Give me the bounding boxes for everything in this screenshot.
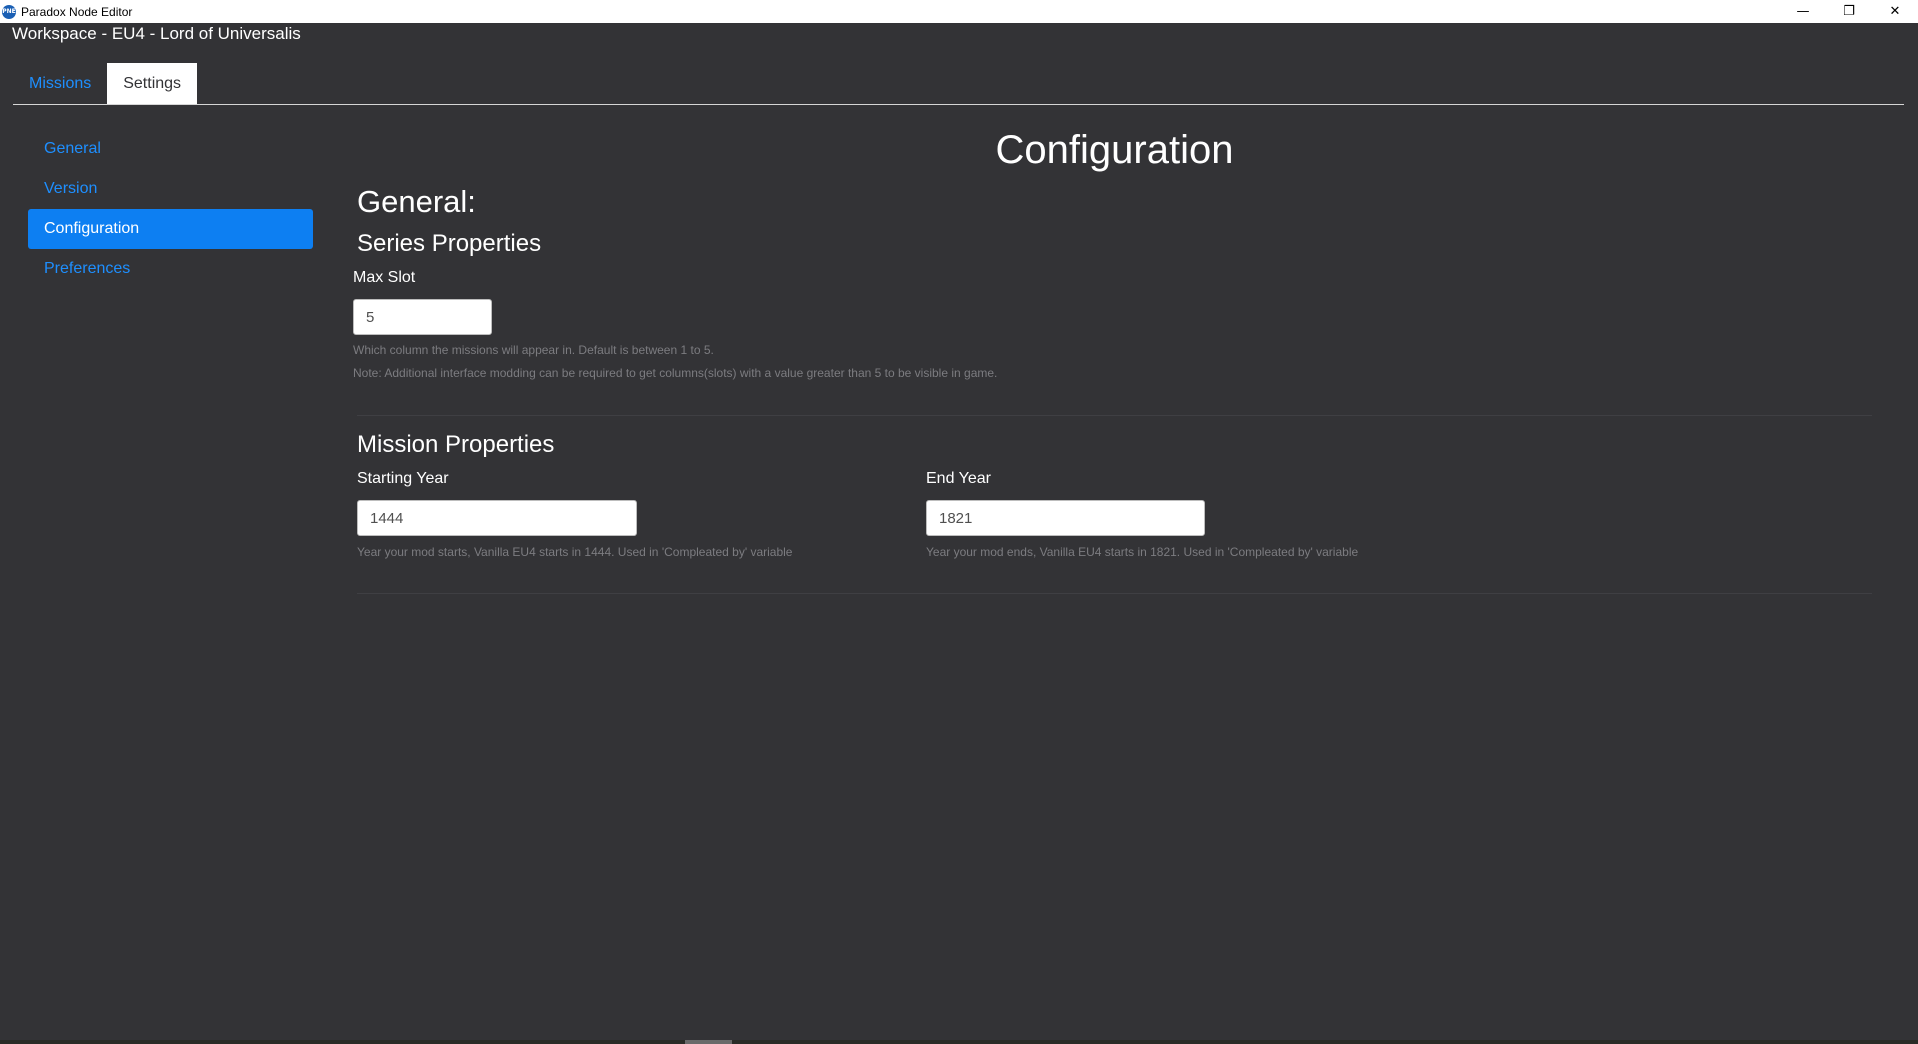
starting-year-input[interactable] (357, 500, 637, 536)
settings-sidebar: General Version Configuration Preference… (28, 129, 313, 289)
close-icon[interactable]: ✕ (1872, 0, 1918, 23)
max-slot-note: Note: Additional interface modding can b… (353, 366, 998, 380)
minimize-icon[interactable]: — (1780, 0, 1826, 23)
window-titlebar: PNE Paradox Node Editor — ❐ ✕ (0, 0, 1918, 23)
max-slot-label: Max Slot (353, 269, 416, 286)
tab-settings[interactable]: Settings (107, 63, 198, 104)
section-divider (357, 593, 1872, 594)
sidebar-item-preferences[interactable]: Preferences (28, 249, 313, 289)
main-tabs: Missions Settings (13, 63, 198, 104)
mission-properties-heading: Mission Properties (357, 431, 555, 458)
section-title: General: (357, 184, 476, 219)
end-year-label: End Year (926, 470, 991, 487)
section-divider (357, 415, 1872, 416)
starting-year-hint: Year your mod starts, Vanilla EU4 starts… (357, 545, 793, 559)
end-year-hint: Year your mod ends, Vanilla EU4 starts i… (926, 545, 1359, 559)
bottom-border (0, 1040, 1918, 1044)
sidebar-item-version[interactable]: Version (28, 169, 313, 209)
horizontal-scrollbar[interactable] (685, 1040, 732, 1044)
sidebar-item-configuration[interactable]: Configuration (28, 209, 313, 249)
app-logo-icon: PNE (2, 4, 16, 19)
workspace-title: Workspace - EU4 - Lord of Universalis (12, 24, 301, 43)
window-controls: — ❐ ✕ (1780, 0, 1918, 23)
max-slot-hint: Which column the missions will appear in… (353, 343, 714, 357)
max-slot-input[interactable] (353, 299, 492, 335)
restore-icon[interactable]: ❐ (1826, 0, 1872, 23)
tab-divider (13, 104, 1904, 105)
series-properties-heading: Series Properties (357, 230, 542, 257)
tab-missions[interactable]: Missions (13, 63, 107, 104)
page-title: Configuration (995, 128, 1234, 172)
starting-year-label: Starting Year (357, 470, 449, 487)
end-year-input[interactable] (926, 500, 1205, 536)
window-title: Paradox Node Editor (21, 4, 133, 19)
sidebar-item-general[interactable]: General (28, 129, 313, 169)
